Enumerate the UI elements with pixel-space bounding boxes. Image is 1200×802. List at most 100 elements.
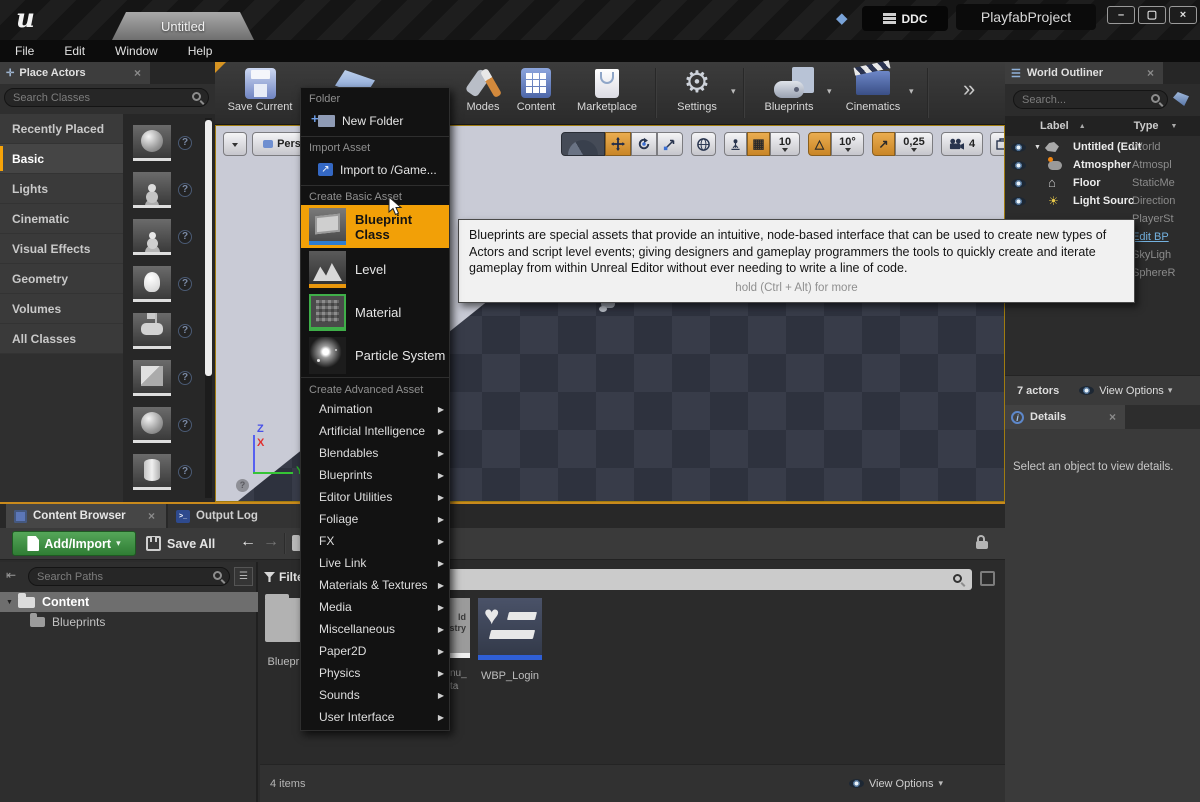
help-badge-icon[interactable]: ?	[178, 277, 192, 291]
menu-item-user-interface[interactable]: User Interface▶	[301, 706, 449, 728]
camera-speed-gauge-icon[interactable]	[561, 132, 605, 156]
maximize-button[interactable]: ▢	[1138, 6, 1166, 24]
help-badge-icon[interactable]: ?	[178, 230, 192, 244]
viewport-options-button[interactable]	[223, 132, 247, 156]
details-tab[interactable]: i Details ×	[1005, 405, 1125, 429]
content-browser-tab[interactable]: Content Browser ×	[6, 504, 166, 528]
grid-snap-button[interactable]: ▦	[747, 132, 770, 156]
category-basic[interactable]: Basic	[0, 144, 123, 174]
menu-item-live-link[interactable]: Live Link▶	[301, 552, 449, 574]
menu-item-media[interactable]: Media▶	[301, 596, 449, 618]
dropdown-icon[interactable]: ▾	[827, 86, 832, 97]
tree-item-blueprints[interactable]: Blueprints	[0, 612, 258, 631]
blueprints-button[interactable]: Blueprints	[753, 65, 825, 113]
asset-wbp-login[interactable]: ♥ WBP_Login	[478, 598, 542, 690]
place-actors-tab[interactable]: ✛ Place Actors ×	[0, 62, 150, 84]
type-filter-icon[interactable]: ▼	[1171, 123, 1178, 130]
outliner-row-floor[interactable]: ⌂ Floor StaticMe	[1005, 174, 1200, 192]
surface-snap-button[interactable]	[724, 132, 747, 156]
minimize-button[interactable]: –	[1107, 6, 1135, 24]
menu-item-particle-system[interactable]: Particle System	[301, 334, 449, 377]
visibility-eye-icon[interactable]	[1011, 179, 1026, 188]
menu-item-import[interactable]: ↗ Import to /Game...	[301, 156, 449, 183]
tree-item-content[interactable]: ▼ Content	[0, 592, 258, 612]
placeable-item[interactable]: ?	[133, 448, 215, 495]
rotation-snap-button[interactable]: △	[808, 132, 831, 156]
scale-snap-value-button[interactable]: 0,25	[895, 132, 933, 156]
add-import-button[interactable]: Add/Import ▾	[12, 531, 136, 556]
help-badge-icon[interactable]: ?	[178, 324, 192, 338]
visibility-eye-icon[interactable]	[1011, 143, 1026, 152]
search-classes-input[interactable]	[4, 88, 209, 107]
help-badge-icon[interactable]: ?	[178, 136, 192, 150]
expander-icon[interactable]: ▼	[6, 599, 13, 606]
menu-item-sounds[interactable]: Sounds▶	[301, 684, 449, 706]
category-lights[interactable]: Lights	[0, 174, 123, 204]
placeable-item[interactable]: ?	[133, 260, 215, 307]
menu-item-physics[interactable]: Physics▶	[301, 662, 449, 684]
scrollbar-thumb[interactable]	[205, 120, 212, 376]
world-outliner-tab[interactable]: ☰ World Outliner ×	[1005, 62, 1163, 84]
placeable-item[interactable]: ?	[133, 119, 215, 166]
help-badge-icon[interactable]: ?	[178, 465, 192, 479]
menu-window[interactable]: Window	[100, 44, 173, 58]
view-list-icon[interactable]: ☰	[234, 567, 253, 586]
close-icon[interactable]: ×	[145, 509, 158, 523]
menu-item-blendables[interactable]: Blendables▶	[301, 442, 449, 464]
close-icon[interactable]: ×	[1144, 66, 1157, 80]
save-search-icon[interactable]	[980, 571, 995, 586]
help-badge-icon[interactable]: ?	[236, 479, 249, 492]
toolbar-overflow-icon[interactable]: »	[963, 76, 975, 102]
menu-help[interactable]: Help	[173, 44, 228, 58]
camera-speed-button[interactable]: 4	[941, 132, 983, 156]
cinematics-button[interactable]: Cinematics	[835, 65, 911, 113]
placeable-item[interactable]: ?	[133, 213, 215, 260]
placeable-item[interactable]: ?	[133, 354, 215, 401]
placeable-item[interactable]: ?	[133, 401, 215, 448]
category-recently-placed[interactable]: Recently Placed	[0, 114, 123, 144]
category-all-classes[interactable]: All Classes	[0, 324, 123, 354]
back-arrow-icon[interactable]: ←	[240, 533, 256, 551]
menu-edit[interactable]: Edit	[49, 44, 100, 58]
type-column-header[interactable]: Type	[1134, 120, 1159, 132]
marketplace-button[interactable]: Marketplace	[567, 65, 647, 113]
menu-item-blueprints[interactable]: Blueprints▶	[301, 464, 449, 486]
category-volumes[interactable]: Volumes	[0, 294, 123, 324]
placeable-item[interactable]: ?	[133, 307, 215, 354]
content-button[interactable]: Content	[507, 65, 565, 113]
dropdown-icon[interactable]: ▾	[731, 86, 736, 97]
menu-item-materials-textures[interactable]: Materials & Textures▶	[301, 574, 449, 596]
lock-icon[interactable]	[976, 535, 988, 549]
output-log-tab[interactable]: >_ Output Log	[168, 504, 308, 528]
world-local-toggle-button[interactable]	[691, 132, 716, 156]
sort-asc-icon[interactable]: ▲	[1079, 123, 1086, 130]
outliner-row-atmosphericfog[interactable]: Atmospher Atmospl	[1005, 156, 1200, 174]
expander-icon[interactable]: ▼	[1034, 144, 1041, 151]
menu-item-new-folder[interactable]: + New Folder	[301, 107, 449, 134]
outliner-view-options-button[interactable]: View Options	[1099, 385, 1164, 397]
menu-item-paper2d[interactable]: Paper2D▶	[301, 640, 449, 662]
category-visual-effects[interactable]: Visual Effects	[0, 234, 123, 264]
menu-item-fx[interactable]: FX▶	[301, 530, 449, 552]
forward-arrow-icon[interactable]: →	[263, 533, 279, 551]
cb-view-options-button[interactable]: View Options ▾	[849, 778, 943, 790]
scale-tool-button[interactable]	[657, 132, 683, 156]
menu-item-animation[interactable]: Animation▶	[301, 398, 449, 420]
save-current-button[interactable]: Save Current	[223, 65, 297, 113]
close-button[interactable]: ×	[1169, 6, 1197, 24]
rotate-tool-button[interactable]	[631, 132, 657, 156]
help-badge-icon[interactable]: ?	[178, 418, 192, 432]
scale-snap-button[interactable]: ↗	[872, 132, 895, 156]
menu-item-material[interactable]: Material	[301, 291, 449, 334]
move-tool-button[interactable]	[605, 132, 631, 156]
dropdown-icon[interactable]: ▾	[909, 86, 914, 97]
search-paths-input[interactable]	[28, 567, 230, 586]
edit-bp-link[interactable]: Edit BP	[1132, 231, 1169, 243]
outliner-row-world[interactable]: ▼ Untitled (Edit World	[1005, 138, 1200, 156]
save-all-button[interactable]: Save All	[146, 531, 215, 556]
visibility-eye-icon[interactable]	[1011, 197, 1026, 206]
category-geometry[interactable]: Geometry	[0, 264, 123, 294]
menu-item-blueprint-class[interactable]: Blueprint Class	[301, 205, 449, 248]
grid-snap-value-button[interactable]: 10	[770, 132, 800, 156]
placeable-item[interactable]: ?	[133, 166, 215, 213]
